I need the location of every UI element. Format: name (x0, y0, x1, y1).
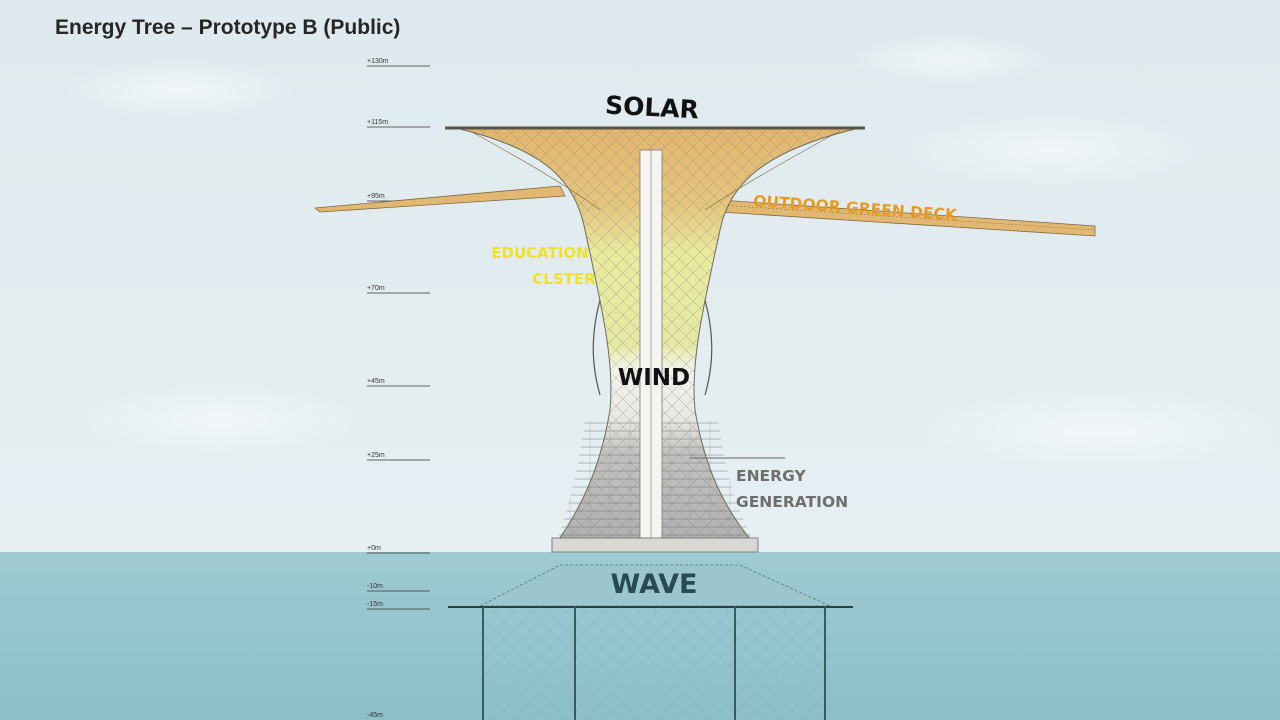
svg-text:+130m: +130m (367, 58, 389, 65)
level-marker: -10m (367, 583, 430, 592)
seabed-structure (480, 608, 830, 720)
svg-text:+115m: +115m (367, 119, 388, 126)
svg-text:+25m: +25m (367, 452, 385, 459)
energy-tree-section-diagram: +130m +115m +95m +70m +45m +25m +0m -10m… (313, 58, 1096, 720)
wind-fin-left (592, 299, 601, 396)
level-marker: +130m (367, 58, 430, 67)
svg-text:+45m: +45m (367, 378, 385, 385)
wind-fin-right (704, 299, 713, 396)
solar-label: SOLAR (604, 91, 699, 125)
svg-text:-45m: -45m (367, 712, 383, 719)
education-label-line1: EDUCATION (491, 244, 588, 262)
svg-text:+95m: +95m (367, 193, 385, 200)
level-marker: +70m (367, 285, 430, 294)
left-deck (313, 185, 566, 213)
tower-base (551, 537, 759, 553)
level-marker: -45m (367, 712, 383, 719)
svg-text:+0m: +0m (367, 545, 381, 552)
level-ruler: +130m +115m +95m +70m +45m +25m +0m -10m… (367, 58, 430, 719)
level-marker: -15m (367, 601, 430, 610)
wind-label: WIND (618, 365, 690, 391)
education-label-line2: CLSTER (532, 270, 596, 288)
level-marker: +25m (367, 452, 430, 461)
wave-label: WAVE (611, 569, 698, 600)
energy-label-line2: GENERATION (736, 493, 848, 511)
level-marker: +0m (367, 545, 430, 554)
level-marker: +115m (367, 119, 430, 128)
svg-text:+70m: +70m (367, 285, 385, 292)
svg-text:-10m: -10m (367, 583, 383, 590)
level-marker: +45m (367, 378, 430, 387)
svg-text:-15m: -15m (367, 601, 383, 608)
energy-label-line1: ENERGY (736, 467, 806, 485)
